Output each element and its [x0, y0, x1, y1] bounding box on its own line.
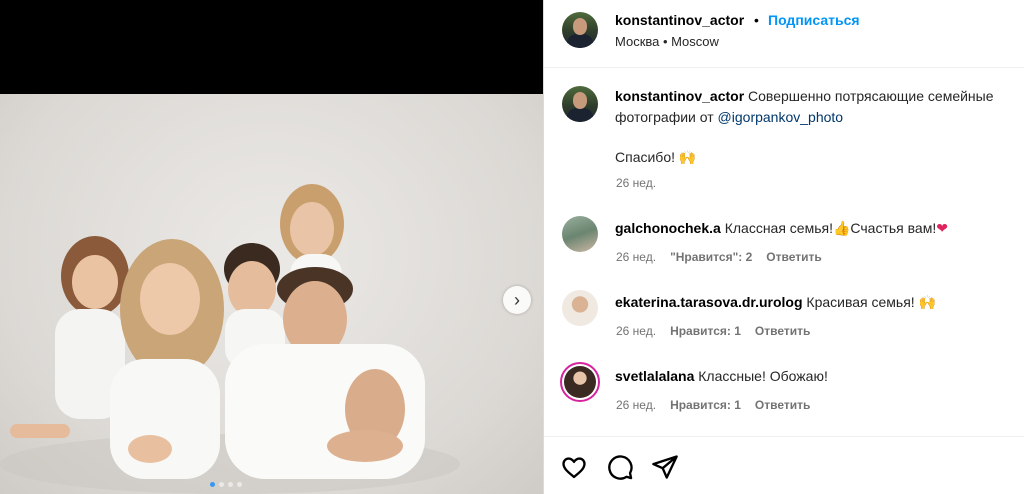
- caption-line2: Спасибо! 🙌: [615, 147, 696, 169]
- carousel-dot: [237, 482, 242, 487]
- comment-button[interactable]: [606, 453, 634, 481]
- caption-mention[interactable]: @igorpankov_photo: [718, 109, 844, 125]
- post-actions: [544, 436, 1024, 494]
- comment-meta: 26 нед. Нравится: 1 Ответить: [616, 398, 810, 412]
- reply-button[interactable]: Ответить: [766, 250, 821, 264]
- comment-body: ekaterina.tarasova.dr.urolog Красивая се…: [615, 292, 936, 314]
- share-icon: [652, 455, 678, 479]
- caption-time[interactable]: 26 нед.: [616, 176, 656, 190]
- heart-icon: [562, 457, 586, 479]
- comment-time[interactable]: 26 нед.: [616, 250, 656, 264]
- caption-username[interactable]: konstantinov_actor: [615, 88, 744, 104]
- carousel-dot: [219, 482, 224, 487]
- comment-body: svetlalalana Классные! Обожаю!: [615, 366, 828, 387]
- family-photo-illustration: [0, 184, 460, 494]
- separator-dot: •: [754, 12, 759, 28]
- reply-button[interactable]: Ответить: [755, 324, 810, 338]
- red-heart-icon: ❤: [936, 221, 948, 237]
- comment-meta: 26 нед. Нравится: 1 Ответить: [616, 324, 810, 338]
- comment-time[interactable]: 26 нед.: [616, 398, 656, 412]
- comment-avatar: [564, 366, 596, 398]
- comment-text: Красивая семья!: [806, 294, 919, 310]
- comment-username[interactable]: svetlalalana: [615, 368, 694, 384]
- caption: konstantinov_actor Совершенно потрясающи…: [615, 86, 1020, 128]
- comment-username[interactable]: ekaterina.tarasova.dr.urolog: [615, 294, 803, 310]
- comment-text-2: Счастья вам!: [850, 220, 937, 236]
- reply-button[interactable]: Ответить: [755, 398, 810, 412]
- family-photo[interactable]: [0, 94, 543, 494]
- comment-avatar-story-ring[interactable]: [560, 362, 600, 402]
- author-avatar[interactable]: [562, 12, 598, 48]
- comment-likes[interactable]: "Нравится": 2: [670, 250, 752, 264]
- follow-button[interactable]: Подписаться: [768, 12, 860, 28]
- post-panel: konstantinov_actor • Подписаться Москва …: [543, 0, 1024, 494]
- comment-likes[interactable]: Нравится: 1: [670, 324, 741, 338]
- comment-text: Классная семья!: [724, 220, 833, 236]
- comment-avatar[interactable]: [562, 216, 598, 252]
- carousel-next-button[interactable]: ›: [503, 286, 531, 314]
- comment-body: galchonochek.a Классная семья!👍Счастья в…: [615, 218, 948, 240]
- raised-hands-icon: 🙌: [918, 295, 937, 311]
- comment-username[interactable]: galchonochek.a: [615, 220, 721, 236]
- comment-time[interactable]: 26 нед.: [616, 324, 656, 338]
- comment-meta: 26 нед. "Нравится": 2 Ответить: [616, 250, 822, 264]
- carousel-dot: [210, 482, 215, 487]
- chevron-right-icon: ›: [514, 289, 520, 310]
- comment-likes[interactable]: Нравится: 1: [670, 398, 741, 412]
- share-button[interactable]: [651, 453, 679, 481]
- post-media: ›: [0, 0, 543, 494]
- raised-hands-icon: 🙌: [678, 150, 697, 166]
- comment-icon: [608, 455, 633, 480]
- carousel-dot: [228, 482, 233, 487]
- like-button[interactable]: [560, 453, 588, 481]
- comment-text: Классные! Обожаю!: [698, 368, 828, 384]
- author-username[interactable]: konstantinov_actor: [615, 12, 744, 28]
- caption-author-avatar[interactable]: [562, 86, 598, 122]
- comment-avatar[interactable]: [562, 290, 598, 326]
- post-location[interactable]: Москва • Moscow: [615, 34, 719, 49]
- post-header: konstantinov_actor • Подписаться Москва …: [544, 0, 1024, 68]
- carousel-indicator: [210, 482, 242, 487]
- caption-thanks: Спасибо!: [615, 149, 679, 165]
- thumbs-up-icon: 👍: [832, 221, 851, 237]
- caption-meta: 26 нед.: [616, 176, 656, 190]
